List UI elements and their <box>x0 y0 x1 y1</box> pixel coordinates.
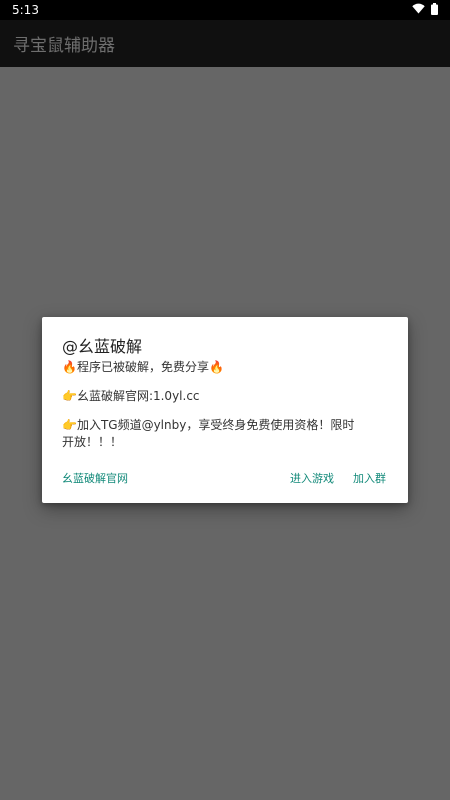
enter-game-button[interactable]: 进入游戏 <box>290 470 334 486</box>
dialog-message: 🔥程序已被破解，免费分享🔥 👉幺蓝破解官网:1.0yl.cc 👉加入TG频道@y… <box>62 359 362 463</box>
wifi-icon <box>412 3 425 17</box>
screen: 5:13 寻宝鼠辅助器 @幺蓝破解 🔥程序已被破解，免费分享🔥 👉幺蓝破解官网:… <box>0 0 450 800</box>
announcement-dialog: @幺蓝破解 🔥程序已被破解，免费分享🔥 👉幺蓝破解官网:1.0yl.cc 👉加入… <box>42 317 408 503</box>
status-bar: 5:13 <box>0 0 450 20</box>
dialog-line-telegram: 👉加入TG频道@ylnby，享受终身免费使用资格！限时开放！！！ <box>62 418 355 449</box>
app-bar: 寻宝鼠辅助器 <box>0 20 450 67</box>
dialog-line-cracked: 🔥程序已被破解，免费分享🔥 <box>62 360 224 374</box>
app-title: 寻宝鼠辅助器 <box>13 36 115 56</box>
battery-icon <box>431 2 438 18</box>
join-group-button[interactable]: 加入群 <box>353 470 386 486</box>
dialog-actions: 幺蓝破解官网 进入游戏 加入群 <box>62 470 386 486</box>
status-icons <box>412 2 438 18</box>
dialog-line-website: 👉幺蓝破解官网:1.0yl.cc <box>62 389 200 403</box>
dialog-title: @幺蓝破解 <box>62 337 143 356</box>
website-button[interactable]: 幺蓝破解官网 <box>62 470 128 486</box>
status-time: 5:13 <box>12 3 39 17</box>
